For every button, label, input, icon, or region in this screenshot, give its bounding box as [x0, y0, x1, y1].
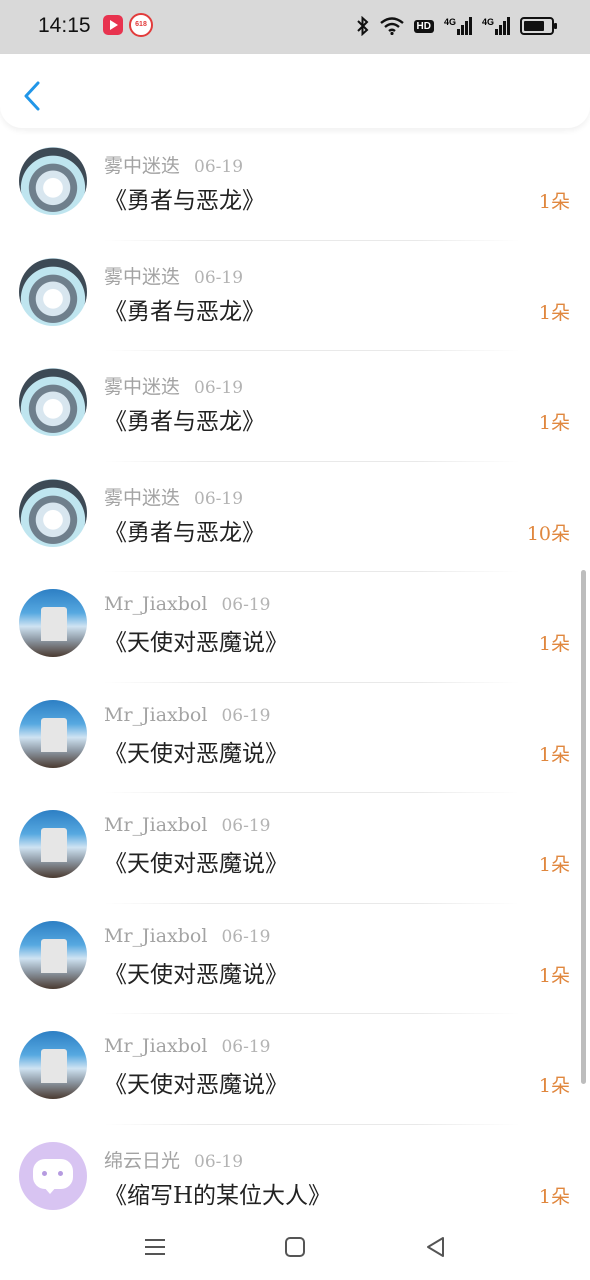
flower-count: 1朵	[538, 301, 570, 324]
list-item[interactable]: 雾中迷迭 06-19 《勇者与恶龙》 10朵	[0, 462, 590, 572]
battery-icon	[520, 17, 557, 35]
work-title[interactable]: 《勇者与恶龙》	[104, 292, 265, 326]
flower-count: 10朵	[526, 522, 570, 545]
home-square-icon[interactable]	[280, 1232, 310, 1262]
wifi-icon	[379, 17, 404, 35]
work-title[interactable]: 《勇者与恶龙》	[104, 513, 265, 547]
chevron-left-icon[interactable]	[18, 78, 48, 114]
item-meta: 绵云日光 06-19	[104, 1146, 243, 1173]
shopping-618-icon: 618	[129, 13, 153, 37]
item-date: 06-19	[194, 378, 244, 398]
status-icons: HD 4G 4G	[356, 14, 557, 38]
avatar[interactable]	[19, 1031, 87, 1099]
chat-bubble-eye	[58, 1170, 63, 1176]
avatar[interactable]	[19, 699, 87, 768]
chat-bubble-eye	[42, 1170, 47, 1176]
scrollbar[interactable]	[581, 570, 586, 1084]
header	[0, 54, 590, 128]
list-item[interactable]: Mr_Jiaxbol 06-19 《天使对恶魔说》 1朵	[0, 904, 590, 1014]
flower-count: 1朵	[538, 191, 570, 213]
work-title[interactable]: 《天使对恶魔说》	[104, 955, 288, 989]
avatar[interactable]	[19, 478, 87, 547]
flower-count: 1朵	[538, 1185, 570, 1208]
item-date: 06-19	[194, 157, 244, 177]
avatar[interactable]	[19, 920, 87, 989]
gift-record-list: 雾中迷迭 06-19 《勇者与恶龙》 1朵 雾中迷迭 06-19 《勇者与恶龙》 1朵 雾中迷迭…	[0, 130, 590, 1235]
user-name[interactable]: 雾中迷迭	[104, 262, 180, 289]
item-meta: Mr_Jiaxbol 06-19	[104, 814, 270, 836]
work-title[interactable]: 《天使对恶魔说》	[104, 1065, 288, 1099]
user-name[interactable]: Mr_Jiaxbol	[104, 925, 207, 947]
item-meta: 雾中迷迭 06-19	[104, 483, 243, 510]
item-date: 06-19	[221, 1037, 271, 1057]
flower-count: 1朵	[538, 412, 570, 434]
item-date: 06-19	[221, 816, 271, 836]
item-meta: 雾中迷迭 06-19	[104, 151, 243, 178]
signal-4g-1: 4G	[444, 17, 472, 35]
user-name[interactable]: 雾中迷迭	[104, 483, 180, 510]
item-date: 06-19	[194, 1151, 244, 1172]
user-name[interactable]: Mr_Jiaxbol	[104, 593, 207, 615]
list-item[interactable]: Mr_Jiaxbol 06-19 《天使对恶魔说》 1朵	[0, 683, 590, 793]
status-time: 14:15	[38, 14, 91, 37]
list-item[interactable]: Mr_Jiaxbol 06-19 《天使对恶魔说》 1朵	[0, 572, 590, 683]
flower-count: 1朵	[538, 964, 570, 987]
list-item[interactable]: Mr_Jiaxbol 06-19 《天使对恶魔说》 1朵	[0, 793, 590, 904]
flower-count: 1朵	[538, 743, 570, 766]
list-item[interactable]: 雾中迷迭 06-19 《勇者与恶龙》 1朵	[0, 130, 590, 241]
work-title[interactable]: 《天使对恶魔说》	[104, 734, 288, 768]
menu-icon[interactable]	[140, 1232, 170, 1262]
item-meta: Mr_Jiaxbol 06-19	[104, 704, 270, 726]
work-title[interactable]: 《天使对恶魔说》	[104, 844, 288, 878]
list-item[interactable]: 雾中迷迭 06-19 《勇者与恶龙》 1朵	[0, 351, 590, 462]
flower-count: 1朵	[538, 854, 570, 876]
work-title[interactable]: 《勇者与恶龙》	[104, 181, 265, 215]
avatar[interactable]	[19, 1141, 87, 1210]
item-meta: Mr_Jiaxbol 06-19	[104, 593, 270, 615]
signal-4g-2: 4G	[482, 17, 510, 35]
back-triangle-icon[interactable]	[421, 1232, 451, 1262]
system-nav-bar	[0, 1214, 590, 1280]
flower-count: 1朵	[538, 633, 570, 655]
item-date: 06-19	[194, 267, 244, 288]
item-meta: 雾中迷迭 06-19	[104, 262, 243, 289]
hd-voice-icon: HD	[413, 19, 434, 33]
item-meta: Mr_Jiaxbol 06-19	[104, 925, 270, 947]
bluetooth-icon	[356, 16, 368, 36]
user-name[interactable]: Mr_Jiaxbol	[104, 1035, 207, 1057]
work-title[interactable]: 《缩写H的某位大人》	[104, 1176, 331, 1210]
user-name[interactable]: Mr_Jiaxbol	[104, 814, 207, 836]
status-bar: 14:15 618 HD 4G 4G	[0, 0, 590, 54]
avatar[interactable]	[19, 147, 87, 215]
avatar[interactable]	[19, 368, 87, 436]
user-name[interactable]: 雾中迷迭	[104, 372, 180, 399]
item-date: 06-19	[221, 595, 271, 615]
flower-count: 1朵	[538, 1075, 570, 1097]
avatar[interactable]	[19, 810, 87, 878]
avatar[interactable]	[19, 257, 87, 326]
item-meta: 雾中迷迭 06-19	[104, 372, 243, 399]
item-date: 06-19	[221, 926, 271, 947]
user-name[interactable]: 绵云日光	[104, 1146, 180, 1173]
item-date: 06-19	[194, 488, 244, 509]
item-date: 06-19	[221, 705, 271, 726]
avatar[interactable]	[19, 589, 87, 657]
list-item[interactable]: Mr_Jiaxbol 06-19 《天使对恶魔说》 1朵	[0, 1014, 590, 1125]
work-title[interactable]: 《天使对恶魔说》	[104, 623, 288, 657]
item-meta: Mr_Jiaxbol 06-19	[104, 1035, 270, 1057]
video-app-icon	[103, 15, 123, 35]
list-item[interactable]: 雾中迷迭 06-19 《勇者与恶龙》 1朵	[0, 241, 590, 351]
work-title[interactable]: 《勇者与恶龙》	[104, 402, 265, 436]
user-name[interactable]: Mr_Jiaxbol	[104, 704, 207, 726]
user-name[interactable]: 雾中迷迭	[104, 151, 180, 178]
